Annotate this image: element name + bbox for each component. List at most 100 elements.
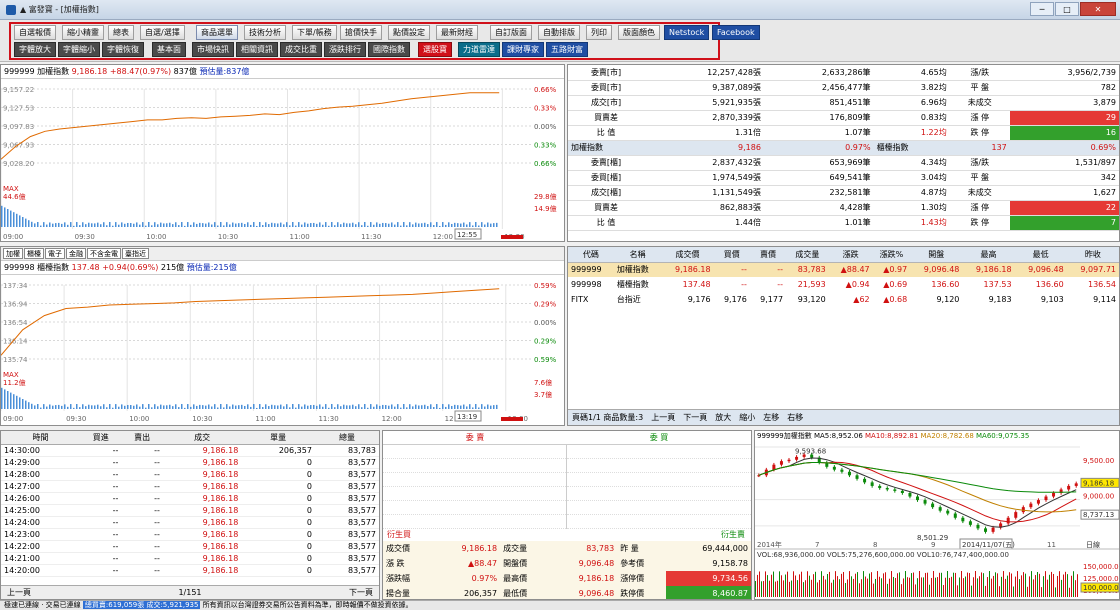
index-tab-4[interactable]: 不含金電	[87, 248, 121, 259]
tick-cell: 9,186.18	[162, 504, 242, 517]
toolbar-button-2-0[interactable]: 字體放大	[14, 42, 56, 57]
toolbar-button-2-2[interactable]: 字體恢復	[102, 42, 144, 57]
volume-bar	[819, 579, 820, 597]
index-tab-5[interactable]: 臺指近	[122, 248, 149, 259]
toolbar-button-2-1[interactable]: 字體縮小	[58, 42, 100, 57]
candle-body	[916, 496, 919, 501]
quote-nav-button[interactable]: 下一頁	[683, 412, 707, 423]
toolbar-button-2-11[interactable]: 課財專家	[502, 42, 544, 57]
intraday-chart-otc[interactable]: 加權 櫃檯 電子 金融 不含金電 臺指近 999998 櫃檯指數 137.48 +0.94…	[0, 246, 565, 426]
orderbook-level	[383, 445, 566, 459]
volume-bar	[451, 405, 453, 409]
quote-col-header[interactable]: 成交價	[661, 247, 714, 263]
toolbar-button-2-10[interactable]: 力道雷達	[458, 42, 500, 57]
volume-bar	[229, 224, 231, 227]
volume-bar	[487, 222, 489, 227]
toolbar-button-2-7[interactable]: 漲跌排行	[324, 42, 366, 57]
toolbar-button-12[interactable]: 列印	[586, 25, 612, 40]
toolbar-button-13[interactable]: 版面顏色	[618, 25, 660, 40]
volume-bar	[931, 577, 932, 597]
toolbar-button-3[interactable]: 自選/選擇	[140, 25, 185, 40]
close-button[interactable]: ✕	[1080, 2, 1116, 16]
toolbar-button-2[interactable]: 總表	[108, 25, 134, 40]
maximize-button[interactable]: □	[1055, 2, 1079, 16]
toolbar-button-14[interactable]: Netstock	[664, 25, 710, 40]
quote-col-header[interactable]: 代碼	[568, 247, 614, 263]
intraday-chart-twse[interactable]: 999999 加權指數 9,186.18 +88.47(0.97%) 837億 …	[0, 64, 565, 242]
volume-bar	[100, 224, 102, 227]
volume-bar	[130, 223, 132, 227]
quote-row[interactable]: 999998 櫃檯指數 137.48 -- -- 21,593 ▲0.94 ▲0.69 136.…	[568, 277, 1119, 292]
volume-bar	[343, 222, 345, 227]
toolbar-button-6[interactable]: 下單/帳務	[292, 25, 337, 40]
toolbar-button-2-6[interactable]: 成交比重	[280, 42, 322, 57]
toolbar-button-2-3[interactable]: 基本面	[152, 42, 186, 57]
volume-bar	[833, 579, 834, 597]
volume-bar	[478, 407, 480, 409]
kline-chart-panel[interactable]: 999999加權指數 MA5:8,952.06 MA10:8,892.81 MA…	[754, 430, 1120, 600]
toolbar-button-0[interactable]: 自選報價	[14, 25, 56, 40]
quote-col-header[interactable]: 最低	[1014, 247, 1067, 263]
volume-bar	[1043, 576, 1044, 597]
tick-col-header: 買進	[80, 431, 122, 445]
toolbar-button-2-12[interactable]: 五路財富	[546, 42, 588, 57]
volume-bar	[19, 397, 21, 409]
volume-bar	[61, 405, 63, 409]
tick-cell: 83,577	[314, 540, 379, 553]
quote-col-header[interactable]: 漲跌%	[872, 247, 911, 263]
volume-bar	[61, 223, 63, 227]
quote-col-header[interactable]: 買價	[713, 247, 750, 263]
index-tab-2[interactable]: 電子	[45, 248, 65, 259]
volume-bar	[295, 407, 297, 409]
toolbar-button-8[interactable]: 點價設定	[388, 25, 430, 40]
quote-nav-button[interactable]: 右移	[787, 412, 803, 423]
index-tab-1[interactable]: 櫃檯	[24, 248, 44, 259]
volume-bar	[923, 577, 924, 597]
prev-page-button[interactable]: 上一頁	[7, 587, 31, 598]
quote-row[interactable]: FITX 台指近 9,176 9,176 9,177 93,120 ▲62 ▲0.68 9,12…	[568, 292, 1119, 307]
quote-col-header[interactable]: 賣價	[749, 247, 787, 263]
toolbar-button-2-9[interactable]: 選股寶	[418, 42, 452, 57]
volume-bar	[355, 224, 357, 227]
volume-bar	[1005, 578, 1006, 597]
quote-col-header[interactable]: 開盤	[910, 247, 963, 263]
volume-bar	[40, 407, 42, 409]
toolbar-button-2-5[interactable]: 相關資訊	[236, 42, 278, 57]
index-tab-0[interactable]: 加權	[3, 248, 23, 259]
volume-bar	[484, 224, 486, 227]
quote-col-header[interactable]: 成交量	[786, 247, 829, 263]
volume-bar	[289, 225, 291, 227]
toolbar-button-5[interactable]: 技術分析	[244, 25, 286, 40]
quote-nav-button[interactable]: 放大	[715, 412, 731, 423]
quote-nav-button[interactable]: 上一頁	[651, 412, 675, 423]
period-label[interactable]: 日線	[1086, 540, 1100, 549]
toolbar-button-2-8[interactable]: 國際指數	[368, 42, 410, 57]
volume-bar	[331, 222, 333, 227]
quote-row[interactable]: 999999 加權指數 9,186.18 -- -- 83,783 ▲88.47 ▲0.97 9…	[568, 262, 1119, 277]
toolbar-button-7[interactable]: 搶價快手	[340, 25, 382, 40]
quote-col-header[interactable]: 昨收	[1066, 247, 1119, 263]
minimize-button[interactable]: ─	[1030, 2, 1054, 16]
quote-nav-button[interactable]: 左移	[763, 412, 779, 423]
toolbar-button-4[interactable]: 商品選單	[196, 25, 238, 40]
toolbar-button-9[interactable]: 最新財經	[436, 25, 478, 40]
toolbar-button-2-4[interactable]: 市場快訊	[192, 42, 234, 57]
toolbar-button-10[interactable]: 自訂版面	[490, 25, 532, 40]
toolbar-button-15[interactable]: Facebook	[712, 25, 760, 40]
quote-col-header[interactable]: 漲跌	[828, 247, 873, 263]
candle-body	[1021, 507, 1025, 513]
volume-bar	[115, 222, 117, 227]
index-tab-3[interactable]: 金融	[66, 248, 86, 259]
toolbar-button-1[interactable]: 縮小精靈	[62, 25, 104, 40]
next-page-button[interactable]: 下一頁	[349, 587, 373, 598]
volume-bar	[352, 222, 354, 227]
quote-nav-button[interactable]: 縮小	[739, 412, 755, 423]
toolbar-button-11[interactable]: 自動排版	[538, 25, 580, 40]
tick-cell: 9,186.18	[162, 480, 242, 493]
quote-col-header[interactable]: 名稱	[613, 247, 662, 263]
ma20-line	[758, 462, 1077, 513]
volume-bar	[442, 222, 444, 227]
volume-bar	[451, 223, 453, 227]
volume-bar	[789, 581, 790, 597]
quote-col-header[interactable]: 最高	[962, 247, 1015, 263]
